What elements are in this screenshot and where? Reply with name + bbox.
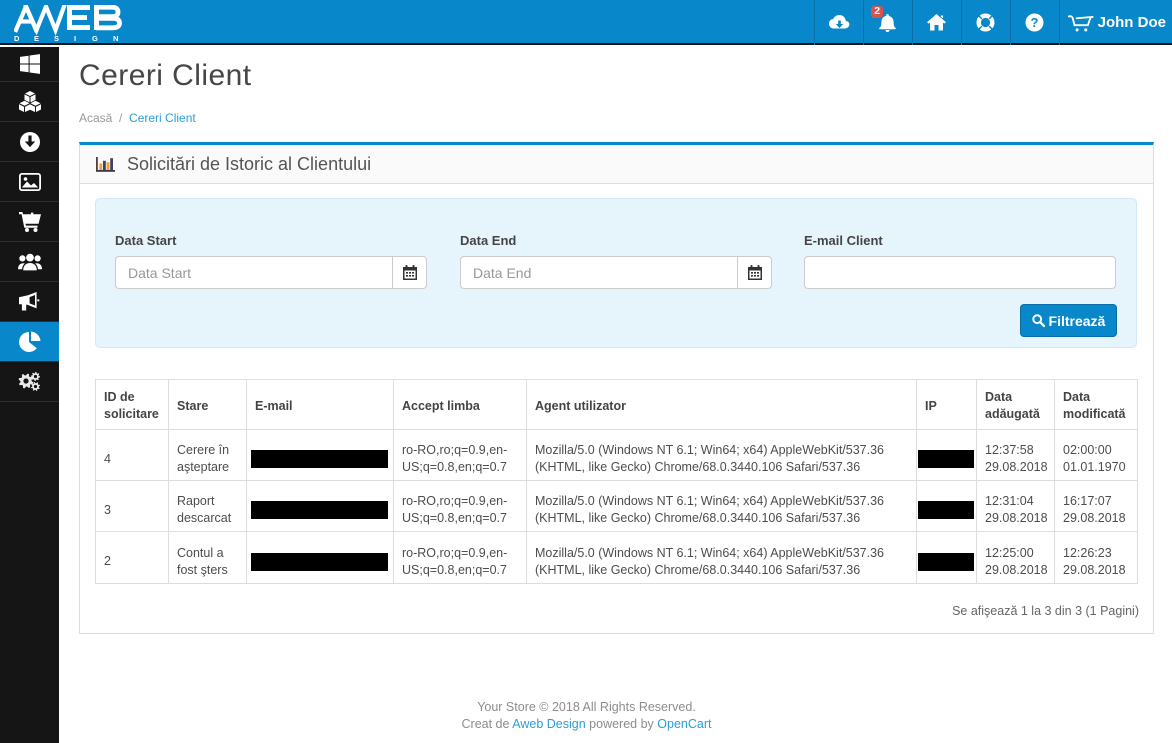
svg-text:G: G — [92, 34, 98, 43]
svg-text:S: S — [54, 34, 59, 43]
svg-text:D: D — [14, 34, 20, 43]
svg-text:E: E — [34, 34, 39, 43]
svg-text:I: I — [74, 34, 76, 43]
svg-text:N: N — [113, 34, 118, 43]
svg-text:?: ? — [1031, 15, 1039, 30]
